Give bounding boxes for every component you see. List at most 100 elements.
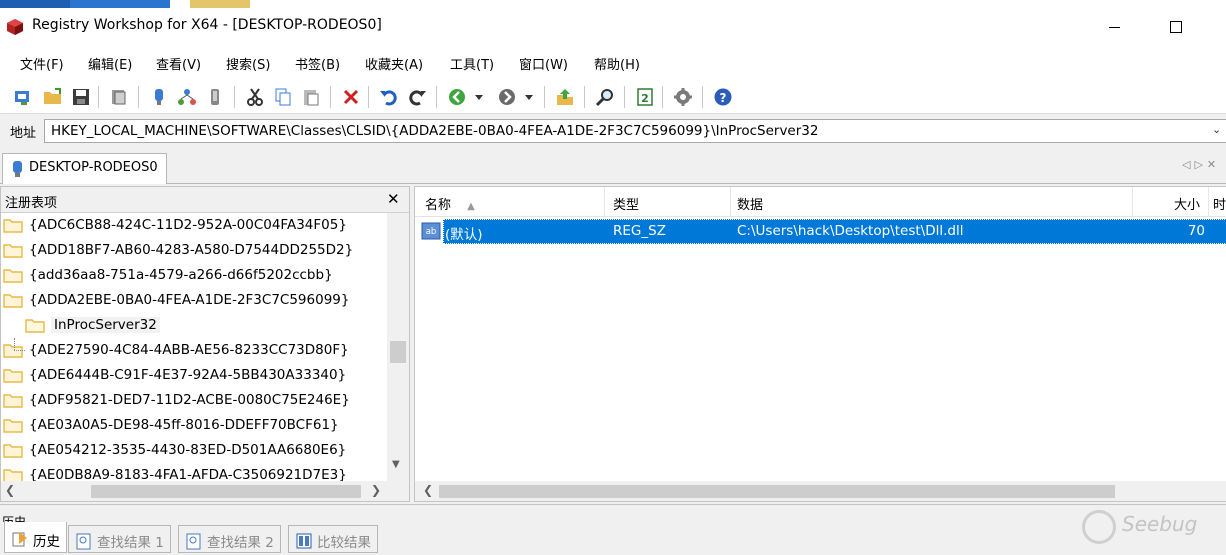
column-size[interactable]: 大小 (1133, 187, 1209, 217)
paste-icon[interactable] (300, 86, 322, 108)
tree-item[interactable]: {ADDA2EBE-0BA0-4FEA-A1DE-2F3C7C596099} (1, 288, 387, 313)
tree-item[interactable]: {ADE27590-4C84-4ABB-AE56-8233CC73D80F} (1, 338, 387, 363)
back-icon[interactable] (446, 86, 468, 108)
tree-item-label: {ADC6CB88-424C-11D2-952A-00C04FA34F05} (29, 217, 347, 233)
toolbar-separator (702, 86, 703, 108)
maximize-button[interactable] (1160, 14, 1190, 40)
menu-view[interactable]: 查看(V) (156, 54, 201, 73)
close-icon[interactable]: ✕ (387, 190, 400, 208)
open-icon[interactable] (42, 86, 64, 108)
column-type[interactable]: 类型 (605, 187, 731, 217)
tab-search-results-1[interactable]: 查找结果 1 (68, 525, 171, 553)
export-icon[interactable] (108, 86, 130, 108)
tab-history[interactable]: 历史 (4, 522, 67, 553)
chevron-down-icon[interactable]: ⌄ (1212, 123, 1226, 139)
tree-item[interactable]: InProcServer32 (1, 313, 387, 338)
table-row[interactable]: ab (默认) REG_SZ C:\Users\hack\Desktop\tes… (419, 219, 1226, 244)
taskbar-strip (0, 0, 1226, 8)
save-icon[interactable] (70, 86, 92, 108)
tab-scroll-arrows-icon[interactable]: ◁▷✕ (1182, 158, 1220, 171)
history-icon (12, 532, 27, 547)
connect-registry-icon[interactable] (12, 86, 34, 108)
search-results-icon (186, 533, 201, 550)
tab-compare-results[interactable]: 比较结果 (288, 525, 378, 553)
tree-item[interactable]: {AE0DB8A9-8183-4FA1-AFDA-C3506921D7E3} (1, 463, 387, 481)
menu-search[interactable]: 搜索(S) (226, 54, 270, 73)
menu-file[interactable]: 文件(F) (20, 54, 64, 73)
address-label: 地址 (10, 126, 37, 141)
tree-item[interactable]: {ADF95821-DED7-11D2-ACBE-0080C75E246E} (1, 388, 387, 413)
menu-bookmarks[interactable]: 书签(B) (295, 54, 340, 73)
folder-icon (3, 369, 23, 383)
chevron-left-icon[interactable]: ❮ (5, 483, 15, 497)
menu-favorites[interactable]: 收藏夹(A) (365, 54, 423, 73)
delete-icon[interactable] (340, 86, 362, 108)
string-value-icon: ab (421, 222, 441, 240)
horizontal-scrollbar[interactable]: ❮ ❯ (1, 481, 409, 501)
scrollbar-thumb[interactable] (91, 485, 361, 498)
minimize-button[interactable] (1100, 14, 1130, 40)
back-dropdown-icon[interactable] (472, 86, 486, 108)
tab-desktop-machine[interactable]: DESKTOP-RODEOS0 (2, 153, 167, 184)
column-name-label: 名称 (425, 198, 452, 213)
horizontal-scrollbar[interactable]: ❮ (415, 481, 1226, 501)
toolbar-separator (436, 86, 437, 108)
toolbar-separator (624, 86, 625, 108)
tab-label: 查找结果 1 (97, 535, 164, 551)
tree-item[interactable]: {add36aa8-751a-4579-a266-d66f5202ccbb} (1, 263, 387, 288)
folder-icon (25, 319, 45, 333)
title-bar: Registry Workshop for X64 - [DESKTOP-ROD… (0, 8, 1226, 46)
new-key-icon[interactable] (148, 86, 170, 108)
tree-panel-title: 注册表项 (5, 196, 58, 211)
tree-item[interactable]: {ADD18BF7-AB60-4283-A580-D7544DD255D2} (1, 238, 387, 263)
tab-search-results-2[interactable]: 查找结果 2 (178, 525, 281, 553)
refresh-icon[interactable]: 2 (634, 86, 656, 108)
tree-item[interactable]: {AE03A0A5-DE98-45ff-8016-DDEFF70BCF61} (1, 413, 387, 438)
tree-item-label: {ADF95821-DED7-11D2-ACBE-0080C75E246E} (29, 392, 350, 408)
tree-item[interactable]: {AE054212-3535-4430-83ED-D501AA6680E6} (1, 438, 387, 463)
tree-item[interactable]: {ADE6444B-C91F-4E37-92A4-5BB430A33340} (1, 363, 387, 388)
menu-edit[interactable]: 编辑(E) (88, 54, 132, 73)
menu-help[interactable]: 帮助(H) (594, 54, 640, 73)
column-name[interactable]: 名称 ▲ (415, 187, 605, 217)
scrollbar-thumb[interactable] (390, 341, 406, 363)
value-size: 70 (1187, 223, 1205, 239)
forward-dropdown-icon[interactable] (522, 86, 536, 108)
column-data[interactable]: 数据 (731, 187, 1133, 217)
settings-icon[interactable] (672, 86, 694, 108)
cut-icon[interactable] (244, 86, 266, 108)
toolbar-separator (98, 86, 99, 108)
menu-window[interactable]: 窗口(W) (519, 54, 568, 73)
address-input[interactable]: HKEY_LOCAL_MACHINE\SOFTWARE\Classes\CLSI… (44, 119, 1226, 143)
tree-panel-header: 注册表项 ✕ (1, 187, 409, 213)
undo-icon[interactable] (378, 86, 400, 108)
find-icon[interactable] (594, 86, 616, 108)
toolbar-separator (330, 86, 331, 108)
tree-item-label: {ADE6444B-C91F-4E37-92A4-5BB430A33340} (29, 367, 347, 383)
folder-icon (3, 419, 23, 433)
folder-icon (3, 269, 23, 283)
menu-tools[interactable]: 工具(T) (450, 54, 494, 73)
up-level-icon[interactable] (554, 86, 576, 108)
chevron-left-icon[interactable]: ❮ (423, 483, 433, 497)
copy-icon[interactable] (272, 86, 294, 108)
column-time[interactable]: 时 (1211, 187, 1226, 217)
bookmark-icon[interactable] (204, 86, 226, 108)
tree-item-label: {ADDA2EBE-0BA0-4FEA-A1DE-2F3C7C596099} (29, 292, 350, 308)
help-icon[interactable]: ? (712, 86, 734, 108)
scrollbar-thumb[interactable] (439, 485, 1115, 498)
watermark-logo-icon (1082, 510, 1116, 544)
column-time-label: 时 (1213, 198, 1226, 213)
tab-label: DESKTOP-RODEOS0 (29, 160, 158, 175)
chevron-down-icon[interactable]: ▼ (392, 459, 400, 470)
redo-icon[interactable] (406, 86, 428, 108)
registry-tree: {ADC6CB88-424C-11D2-952A-00C04FA34F05} {A… (1, 213, 387, 481)
tree-item[interactable]: {ADC6CB88-424C-11D2-952A-00C04FA34F05} (1, 213, 387, 238)
network-icon[interactable] (176, 86, 198, 108)
chevron-right-icon[interactable]: ❯ (371, 483, 381, 497)
toolbar-separator (368, 86, 369, 108)
toolbar-separator (584, 86, 585, 108)
forward-icon[interactable] (496, 86, 518, 108)
vertical-scrollbar[interactable]: ▼ (387, 213, 409, 481)
machine-tab-row: DESKTOP-RODEOS0 ◁▷✕ (0, 150, 1226, 184)
